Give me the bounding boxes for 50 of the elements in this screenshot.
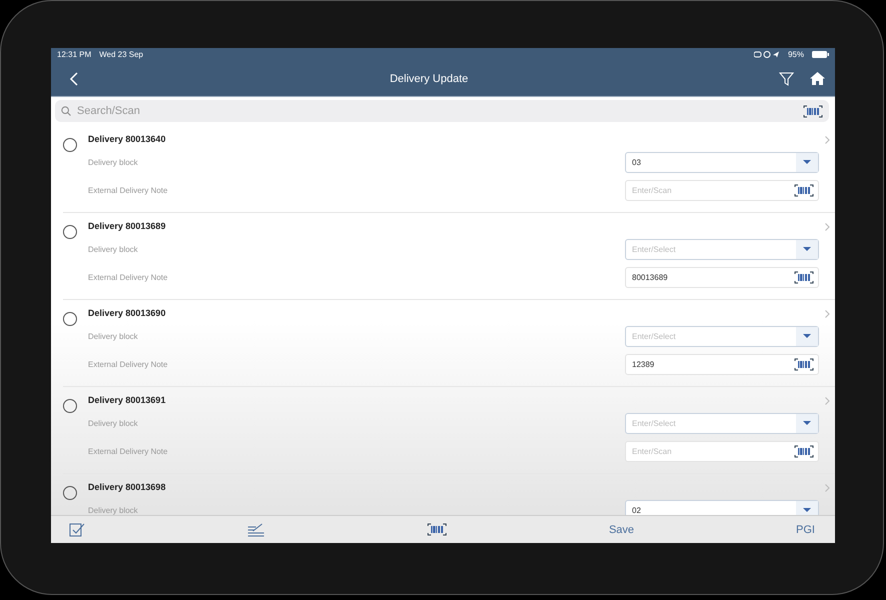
radio-button[interactable] (63, 486, 77, 500)
input-field[interactable]: 80013689 (625, 266, 819, 288)
field-label: Delivery block (88, 418, 139, 428)
input-field[interactable]: 12389 (625, 354, 819, 374)
delivery-title: Delivery 80013691 (88, 395, 167, 407)
delivery-title: Delivery 80013690 (88, 308, 167, 320)
radio-button[interactable] (63, 138, 77, 152)
search-field[interactable]: Search/Scan (75, 104, 799, 118)
scan-icon[interactable] (803, 104, 823, 118)
caret-icon (803, 160, 811, 164)
status-time: 12:31 PM (57, 50, 92, 59)
back-button[interactable] (69, 72, 79, 86)
field-label: Delivery block (88, 332, 139, 340)
caret-icon (803, 421, 811, 425)
caret-icon (803, 334, 811, 338)
field-label: External Delivery Note (88, 272, 169, 282)
status-date: Wed 23 Sep (99, 50, 144, 59)
radio-button[interactable] (63, 225, 77, 239)
search-icon (61, 106, 71, 116)
scan-button[interactable] (426, 523, 447, 536)
caret-icon (803, 247, 811, 251)
field-label: Delivery block (88, 158, 139, 166)
home-button[interactable] (810, 72, 825, 85)
delivery-title: Delivery 80013698 (88, 482, 167, 494)
checklist-button[interactable] (69, 522, 85, 536)
radio-button[interactable] (63, 312, 77, 326)
search-bar[interactable]: Search/Scan (55, 100, 829, 122)
field-label: Delivery block (88, 506, 139, 514)
window-title: Delivery Update (388, 72, 470, 84)
scan-icon[interactable] (794, 184, 814, 196)
field-label: External Delivery Note (88, 360, 169, 368)
field-label: External Delivery Note (88, 446, 169, 456)
status-icons (754, 51, 780, 58)
filter-button[interactable] (779, 72, 794, 86)
field-label: Delivery block (88, 244, 139, 254)
dropdown-field[interactable]: 03 (625, 152, 819, 172)
delivery-title: Delivery 80013640 (88, 134, 167, 146)
edit-lines-button[interactable] (246, 522, 265, 536)
pgi-button[interactable]: PGI (796, 524, 815, 536)
battery-percent: 95% (788, 50, 804, 59)
caret-icon (803, 508, 811, 512)
battery-icon (812, 51, 829, 58)
delivery-title: Delivery 80013689 (88, 221, 167, 233)
radio-button[interactable] (63, 399, 77, 413)
scan-icon[interactable] (794, 444, 814, 458)
scan-icon[interactable] (794, 358, 814, 370)
save-button[interactable]: Save (608, 524, 634, 536)
scan-icon[interactable] (794, 270, 814, 284)
field-label: External Delivery Note (88, 186, 169, 194)
dropdown-field[interactable]: 02 (625, 500, 819, 515)
